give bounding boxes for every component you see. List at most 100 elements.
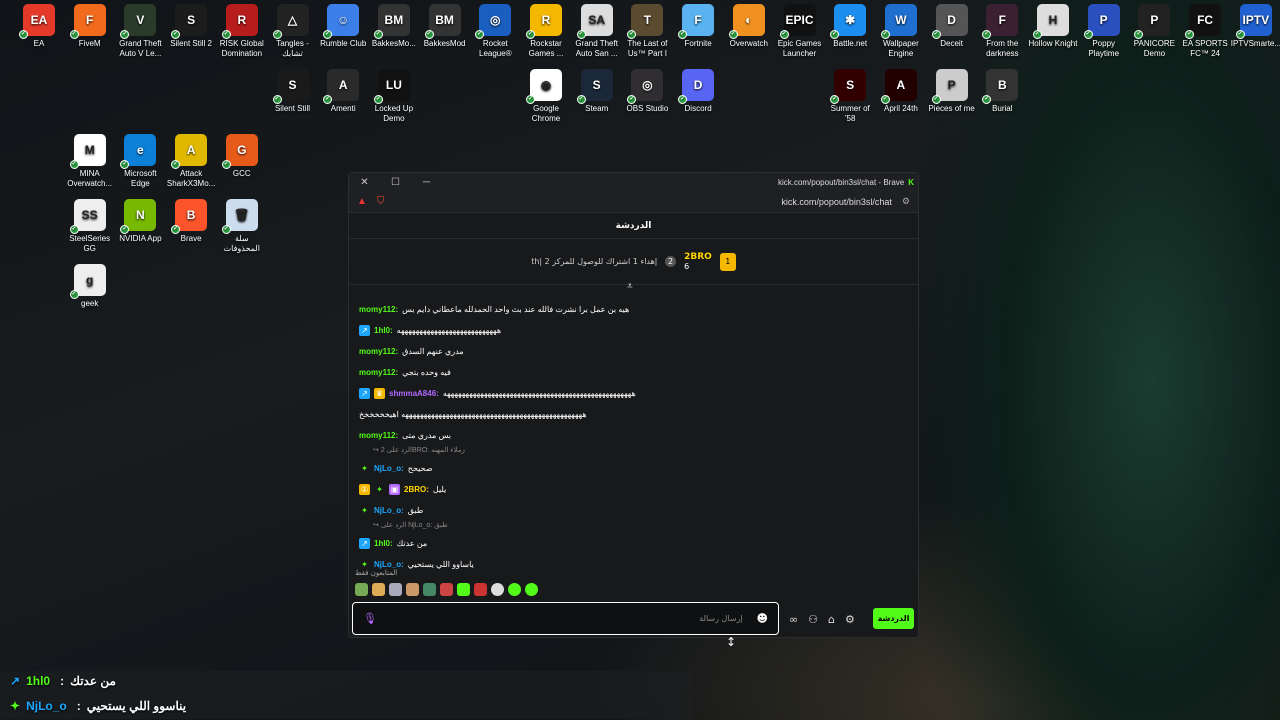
emote-icon[interactable] [457, 583, 470, 596]
send-chat-button[interactable]: الدردشة [873, 608, 914, 629]
desktop-icon-label: Epic Games Launcher [777, 39, 822, 58]
desktop-icon[interactable]: R ✓ RISK Global Domination [217, 4, 267, 59]
chat-username[interactable]: 2BRO: [404, 485, 429, 494]
alert-icon[interactable]: ▲ [357, 196, 367, 207]
desktop-icon[interactable]: D ✓ Discord [673, 69, 723, 114]
emoji-icon[interactable]: ☻ [757, 612, 768, 625]
pinned-gift-banner[interactable]: th| إهداء 1 اشتراك للوصول للمركز 2 2 2BR… [349, 239, 918, 285]
desktop-icon[interactable]: △ ✓ Tangles - تشابك [268, 4, 318, 59]
desktop-icon[interactable]: N ✓ NVIDIA App [115, 199, 165, 244]
store-icon[interactable]: ⌂ [828, 613, 835, 626]
desktop-icon[interactable]: F ✓ Fortnite [673, 4, 723, 49]
desktop-icon[interactable]: S ✓ Summer of '58 [825, 69, 875, 124]
emote-icon[interactable] [440, 583, 453, 596]
chat-username[interactable]: NjLo_o: [374, 464, 404, 473]
emote-icon[interactable] [406, 583, 419, 596]
chat-message[interactable]: ✦ NjLo_o: صحيحح [359, 458, 908, 479]
chat-username[interactable]: momy112: [359, 431, 398, 440]
chat-username[interactable]: 1hl0: [374, 539, 393, 548]
scroll-down-icon[interactable]: ⩡ [627, 281, 633, 292]
desktop-icon[interactable]: LU ✓ Locked Up Demo [369, 69, 419, 124]
desktop-icon[interactable]: 🗑 ✓ سلة المحذوفات [217, 199, 267, 254]
microphone-icon[interactable]: 🎙 [363, 612, 377, 625]
desktop-icon[interactable]: V ✓ Grand Theft Auto V Le... [115, 4, 165, 59]
emote-icon[interactable] [508, 583, 521, 596]
emote-icon[interactable] [491, 583, 504, 596]
users-icon[interactable]: ⚇ [808, 613, 818, 626]
desktop-icon[interactable]: G ✓ GCC [217, 134, 267, 179]
chat-message[interactable]: هههههههههههههههههههههههههههههههههههههههه… [359, 404, 908, 425]
chat-username[interactable]: 1hl0: [374, 326, 393, 335]
desktop-icon[interactable]: P ✓ PANICORE Demo [1129, 4, 1179, 59]
chat-message[interactable]: momy112: هيه بن عمل برا نشرت فالله عند بث… [359, 299, 908, 320]
desktop-icon[interactable]: A ✓ Amenti [318, 69, 368, 114]
message-input[interactable]: 🎙 إرسال رسالة ☻ [352, 602, 779, 635]
emote-icon[interactable] [423, 583, 436, 596]
chat-message[interactable]: momy112: مدري عنهم السدق [359, 341, 908, 362]
settings-icon[interactable]: ⚙ [845, 613, 855, 626]
desktop-icon[interactable]: R ✓ Rockstar Games ... [521, 4, 571, 59]
desktop-icon[interactable]: S ✓ Silent Still 2 [166, 4, 216, 49]
desktop-icon[interactable]: IPTV ✓ IPTVSmarte... [1231, 4, 1280, 49]
chat-message[interactable]: ① ✦ ▣ 2BRO: يليل [359, 479, 908, 500]
chat-username[interactable]: momy112: [359, 347, 398, 356]
maximize-button[interactable]: ☐ [380, 177, 411, 188]
desktop-icon[interactable]: F ✓ FiveM [65, 4, 115, 49]
desktop-icon[interactable]: P ✓ Pieces of me [927, 69, 977, 114]
emote-icon[interactable] [372, 583, 385, 596]
desktop-icon[interactable]: S ✓ Silent Still [268, 69, 318, 114]
desktop-icon[interactable]: B ✓ Brave [166, 199, 216, 244]
chat-username[interactable]: momy112: [359, 305, 398, 314]
chat-username[interactable]: shmmaA846: [389, 389, 439, 398]
close-button[interactable]: ✕ [349, 177, 380, 188]
chat-username[interactable]: momy112: [359, 368, 398, 377]
desktop-icon[interactable]: B ✓ Burial [977, 69, 1027, 114]
brave-shield-icon[interactable]: ⛉ [377, 196, 385, 207]
overlay-line: ↗ 1hl0 : من عدتك [10, 674, 116, 688]
desktop-icon[interactable]: D ✓ Deceit [927, 4, 977, 49]
desktop-icon[interactable]: A ✓ April 24th [876, 69, 926, 114]
chat-username[interactable]: NjLo_o: [374, 506, 404, 515]
address-bar[interactable]: ▲ ⛉ kick.com/popout/bin3sl/chat ⚙ [349, 191, 918, 213]
chat-message[interactable]: ↗ ♛ shmmaA846: هههههههههههههههههههههههههههه… [359, 383, 908, 404]
emote-icon[interactable] [525, 583, 538, 596]
emote-icon[interactable] [474, 583, 487, 596]
chat-message[interactable]: ↗ 1hl0: من عدتك [359, 533, 908, 554]
desktop-icon[interactable]: ◎ ✓ Rocket League® [470, 4, 520, 59]
url-text[interactable]: kick.com/popout/bin3sl/chat [781, 197, 892, 207]
desktop-icon[interactable]: ◎ ✓ OBS Studio [622, 69, 672, 114]
desktop-icon[interactable]: A ✓ Attack SharkX3Mo... [166, 134, 216, 189]
minimize-button[interactable]: ─ [411, 177, 442, 188]
emote-icon[interactable] [355, 583, 368, 596]
desktop-icon[interactable]: F ✓ From the darkness [977, 4, 1027, 59]
desktop-icon[interactable]: e ✓ Microsoft Edge [115, 134, 165, 189]
desktop-icon[interactable]: W ✓ Wallpaper Engine [876, 4, 926, 59]
desktop-icon[interactable]: ✱ ✓ Battle.net [825, 4, 875, 49]
desktop-icon[interactable]: EPIC ✓ Epic Games Launcher [775, 4, 825, 59]
desktop-icon[interactable]: g ✓ geek [65, 264, 115, 309]
desktop-icon[interactable]: ◉ ✓ Google Chrome [521, 69, 571, 124]
infinity-icon[interactable]: ∞ [789, 613, 798, 626]
chat-message[interactable]: ✦ NjLo_o: طبق [359, 500, 908, 521]
desktop-icon[interactable]: M ✓ MINA Overwatch... [65, 134, 115, 189]
emote-icon[interactable] [389, 583, 402, 596]
chat-message[interactable]: ↗ 1hl0: هههههههههههههههههههههههههههه [359, 320, 908, 341]
chat-message[interactable]: momy112: فيه وحده بتجي [359, 362, 908, 383]
desktop-icon[interactable]: SS ✓ SteelSeries GG [65, 199, 115, 254]
desktop-icon[interactable]: BM ✓ BakkesMod [420, 4, 470, 49]
desktop-icon[interactable]: ◐ ✓ Overwatch [724, 4, 774, 49]
desktop-icon-label: NVIDIA App [119, 234, 162, 243]
desktop-icon[interactable]: ☺ ✓ Rumble Club [318, 4, 368, 49]
chat-message[interactable]: momy112: بس مدري متى [359, 425, 908, 446]
desktop-icon[interactable]: P ✓ Poppy Playtime [1079, 4, 1129, 59]
desktop-icon[interactable]: FC ✓ EA SPORTS FC™ 24 [1180, 4, 1230, 59]
desktop-icon[interactable]: T ✓ The Last of Us™ Part I [622, 4, 672, 59]
desktop-icon[interactable]: H ✓ Hollow Knight [1028, 4, 1078, 49]
desktop-icon[interactable]: S ✓ Steam [572, 69, 622, 114]
chat-username[interactable]: NjLo_o: [374, 560, 404, 569]
site-settings-icon[interactable]: ⚙ [902, 196, 910, 207]
desktop-icon[interactable]: EA ✓ EA [14, 4, 64, 49]
desktop-icon[interactable]: BM ✓ BakkesMo... [369, 4, 419, 49]
desktop-icon[interactable]: SA ✓ Grand Theft Auto San ... [572, 4, 622, 59]
chat-message[interactable]: ✦ NjLo_o: ياساوو اللي يستحيي [359, 554, 908, 575]
